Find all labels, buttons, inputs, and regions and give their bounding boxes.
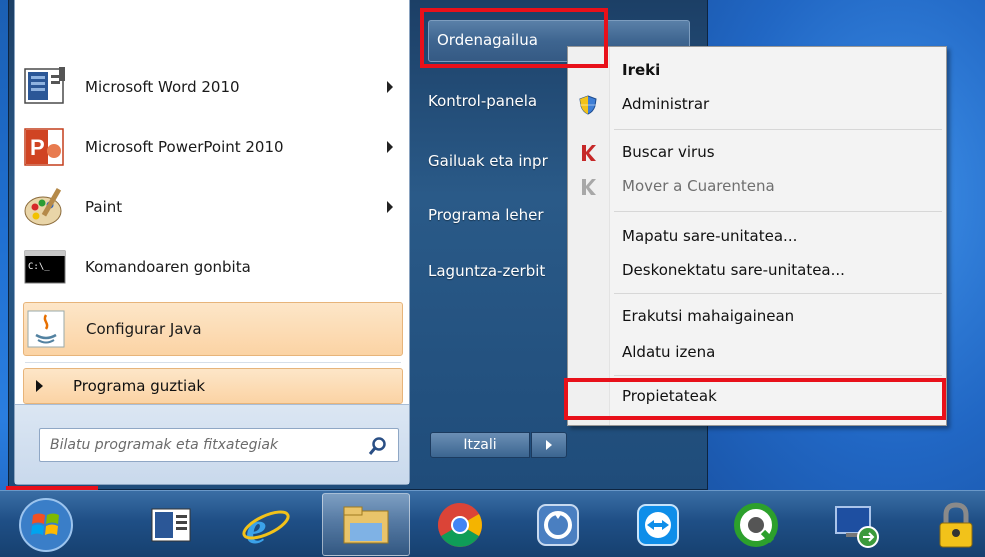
cmd-icon: C:\_	[23, 245, 67, 289]
lock-icon[interactable]	[930, 499, 982, 551]
menu-item-show-desktop[interactable]: Erakutsi mahaigainean	[622, 307, 794, 325]
menu-divider	[614, 211, 942, 212]
recycle-app-icon[interactable]	[532, 499, 584, 551]
default-programs-item[interactable]: Programa leher	[428, 206, 544, 224]
program-label: Microsoft PowerPoint 2010	[85, 138, 284, 156]
search-icon[interactable]	[368, 436, 388, 456]
menu-divider	[614, 293, 942, 294]
shutdown-button[interactable]: Itzali	[430, 432, 530, 458]
menu-item-disconnect-drive[interactable]: Deskonektatu sare-unitatea...	[622, 261, 845, 279]
program-item-java[interactable]: Configurar Java	[23, 302, 403, 356]
help-item[interactable]: Laguntza-zerbit	[428, 262, 545, 280]
menu-item-open[interactable]: Ireki	[622, 61, 660, 79]
search-placeholder: Bilatu programak eta fitxategiak	[50, 437, 279, 453]
menu-item-quarantine[interactable]: Mover a Cuarentena	[622, 177, 775, 195]
paint-icon	[23, 185, 67, 229]
chrome-icon[interactable]	[434, 499, 486, 551]
java-icon	[24, 307, 68, 351]
start-menu-programs-pane: Microsoft Word 2010 P Microsoft PowerPoi…	[14, 0, 410, 485]
program-item-cmd[interactable]: C:\_ Komandoaren gonbita	[23, 240, 403, 294]
context-menu: Ireki Administrar Buscar virus Mover a C…	[567, 46, 947, 426]
remote-desktop-icon[interactable]	[830, 499, 882, 551]
program-item-word[interactable]: Microsoft Word 2010	[23, 60, 403, 114]
internet-explorer-icon[interactable]: e	[240, 499, 292, 553]
menu-divider	[614, 129, 942, 130]
all-programs-label: Programa guztiak	[73, 377, 206, 395]
program-label: Paint	[85, 198, 123, 216]
qlik-icon[interactable]	[730, 499, 782, 551]
teamviewer-icon[interactable]	[632, 499, 684, 551]
control-panel-item[interactable]: Kontrol-panela	[428, 92, 537, 110]
menu-item-scan-virus[interactable]: Buscar virus	[622, 143, 715, 161]
kaspersky-disabled-icon	[578, 177, 598, 197]
svg-text:P: P	[30, 135, 45, 160]
search-input[interactable]: Bilatu programak eta fitxategiak	[39, 428, 399, 462]
taskbar: e	[0, 490, 985, 557]
shutdown-options-button[interactable]	[531, 432, 567, 458]
program-label: Komandoaren gonbita	[85, 258, 251, 276]
program-label: Configurar Java	[86, 320, 202, 338]
word-icon	[23, 65, 67, 109]
devices-item[interactable]: Gailuak eta inpr	[428, 152, 548, 170]
menu-divider	[614, 375, 942, 376]
expand-arrow-icon	[36, 380, 43, 392]
program-item-powerpoint[interactable]: P Microsoft PowerPoint 2010	[23, 120, 403, 174]
menu-item-map-drive[interactable]: Mapatu sare-unitatea...	[622, 227, 797, 245]
menu-item-rename[interactable]: Aldatu izena	[622, 343, 715, 361]
file-explorer-icon[interactable]	[340, 499, 392, 551]
submenu-arrow-icon[interactable]	[387, 141, 393, 153]
menu-item-manage[interactable]: Administrar	[622, 95, 709, 113]
program-label: Microsoft Word 2010	[85, 78, 240, 96]
program-item-paint[interactable]: Paint	[23, 180, 403, 234]
uac-shield-icon	[578, 95, 598, 115]
submenu-arrow-icon[interactable]	[387, 81, 393, 93]
submenu-arrow-icon[interactable]	[387, 201, 393, 213]
all-programs-button[interactable]: Programa guztiak	[23, 368, 403, 404]
annotation-box-computer	[420, 8, 608, 68]
kaspersky-icon	[578, 143, 598, 163]
svg-text:C:\_: C:\_	[28, 262, 50, 272]
windows-start-icon[interactable]	[18, 497, 73, 552]
divider	[25, 362, 401, 363]
media-center-icon[interactable]	[146, 499, 198, 551]
powerpoint-icon: P	[23, 125, 67, 169]
annotation-box-properties	[564, 378, 946, 420]
